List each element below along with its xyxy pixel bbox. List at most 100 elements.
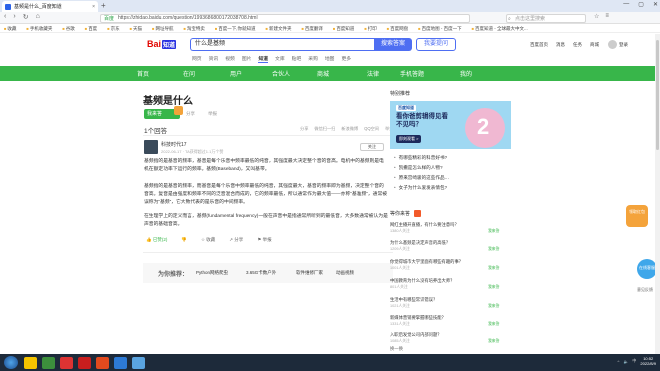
menu-icon[interactable]: ≡	[605, 13, 609, 20]
browser-tab[interactable]: 基频是什么_百度知道 ×	[2, 1, 98, 12]
main-nav-home[interactable]: 首页	[137, 69, 149, 78]
main-nav-mine[interactable]: 我的	[460, 69, 472, 78]
maximize-button[interactable]: ▢	[638, 1, 644, 8]
main-nav-mobile-answer[interactable]: 手机答题	[400, 69, 424, 78]
hot-question-answer[interactable]: 我来答	[488, 322, 499, 327]
close-window-button[interactable]: ✕	[653, 1, 658, 8]
bookmark-item[interactable]: 百度	[85, 26, 97, 32]
login-link[interactable]: 登录	[619, 42, 628, 48]
bookmark-item[interactable]: 手机收藏夹	[26, 26, 53, 32]
bookmark-item[interactable]: 百度知道 - 全球最大中文...	[472, 26, 528, 32]
app-icon[interactable]	[132, 357, 145, 369]
nav-link-map[interactable]: 地图	[325, 55, 335, 63]
wps-writer-icon[interactable]	[60, 357, 73, 369]
wps-office-icon[interactable]	[96, 357, 109, 369]
tray-expand-icon[interactable]: ^	[618, 359, 620, 364]
nav-link-web[interactable]: 网页	[192, 55, 202, 63]
nav-link-tieba[interactable]: 贴吧	[292, 55, 302, 63]
ask-question-button[interactable]: 我要提问	[416, 38, 456, 51]
top-link-messages[interactable]: 消息	[556, 42, 565, 48]
url-text[interactable]: https://zhidao.baidu.com/question/199368…	[118, 15, 258, 21]
question-search-input[interactable]: 什么是基频	[190, 38, 374, 51]
baidu-logo[interactable]: Bai 知道	[147, 39, 177, 49]
app-icon[interactable]	[114, 357, 127, 369]
reload-button[interactable]: ↻	[23, 13, 29, 21]
nav-link-news[interactable]: 资讯	[209, 55, 219, 63]
login-area[interactable]: 登录	[608, 40, 628, 49]
volume-icon[interactable]: 🔈	[623, 359, 628, 364]
question-share-link[interactable]: 分享	[186, 111, 195, 117]
feedback-link[interactable]: 意见反馈	[636, 287, 654, 292]
bookmark-item[interactable]: 收藏	[4, 26, 16, 32]
bookmark-item[interactable]: 百度知道	[333, 26, 354, 32]
refresh-link[interactable]: 换一换	[390, 346, 512, 352]
hot-question[interactable]: 生活中有哪些常识错误？	[390, 297, 512, 303]
nav-link-images[interactable]: 图片	[242, 55, 252, 63]
weibo-action[interactable]: 新浪微博	[341, 126, 358, 132]
start-button[interactable]	[4, 356, 18, 369]
banner-cta[interactable]: 即刻观看 >	[396, 135, 422, 143]
main-nav-asking[interactable]: 在问	[183, 69, 195, 78]
like-button[interactable]: 👍 已赞(2)	[146, 237, 167, 243]
bookmark-item[interactable]: 天猫	[130, 26, 142, 32]
back-button[interactable]: ‹	[4, 13, 6, 21]
hot-question[interactable]: 为什么基频是决定声音的高低？	[390, 240, 512, 246]
favorite-icon[interactable]: ☆	[594, 13, 599, 20]
search-answer-button[interactable]: 搜索答案	[374, 38, 412, 51]
sidebar-item[interactable]: 凯撒是怎么样的人物?	[394, 165, 443, 171]
main-nav-users[interactable]: 用户	[230, 69, 242, 78]
main-nav-partner[interactable]: 合伙人	[272, 69, 290, 78]
bookmark-item[interactable]: 谷歌	[62, 26, 75, 32]
wechat-action[interactable]: 微信扫一扫	[314, 126, 335, 132]
bookmark-item[interactable]: 新建文件夹	[266, 26, 292, 32]
sidebar-item[interactable]: 有哪些精彩的科普好书?	[394, 155, 448, 161]
sidebar-item[interactable]: 原来宫崎骏的这些作品…	[394, 175, 450, 181]
report-button[interactable]: ⚑ 举报	[257, 237, 271, 243]
bookmark-item[interactable]: 百度一下,你就知道	[215, 26, 255, 32]
bookmark-item[interactable]: 百度地图 - 百度一下	[418, 26, 462, 32]
hot-question-answer[interactable]: 我来答	[488, 285, 499, 290]
share-button[interactable]: ↗ 分享	[229, 237, 243, 243]
bookmark-item[interactable]: 网址导航	[152, 26, 173, 32]
hot-question[interactable]: 网红主播开直播，有什么要注意吗？	[390, 222, 512, 228]
browser-app-icon[interactable]	[42, 357, 55, 369]
qzone-action[interactable]: QQ空间	[364, 126, 379, 132]
nav-link-wenku[interactable]: 文库	[275, 55, 285, 63]
hot-question[interactable]: 你觉得城市大学里面有哪些有趣的事？	[390, 259, 512, 265]
recommend-item[interactable]: 软件维修厂家	[296, 270, 323, 276]
ime-icon[interactable]: 中	[632, 358, 636, 364]
hot-question[interactable]: 新媒体营销要掌握哪些技能？	[390, 315, 512, 321]
question-report-link[interactable]: 举报	[208, 111, 217, 117]
recommend-item[interactable]: 3.65G卡数户外	[246, 270, 276, 276]
main-nav-law[interactable]: 法律	[367, 69, 379, 78]
nav-link-video[interactable]: 视频	[225, 55, 235, 63]
dislike-button[interactable]: 👎	[181, 237, 187, 243]
bookmark-item[interactable]: 淘宝特卖	[183, 26, 205, 32]
promo-banner[interactable]: 百度知道 看你爸剪辑得见看不见吗？ 即刻观看 >	[390, 101, 511, 149]
nav-link-zhidao[interactable]: 知道	[258, 55, 269, 63]
answerer-avatar[interactable]	[144, 140, 158, 154]
home-button[interactable]: ⌂	[36, 13, 40, 21]
clock[interactable]: 10:52 2022/8/9	[640, 356, 656, 366]
tab-close-icon[interactable]: ×	[92, 4, 95, 10]
bookmark-item[interactable]: 京东	[107, 26, 120, 32]
bookmark-item[interactable]: 百度网盘	[387, 26, 408, 32]
main-nav-mall[interactable]: 商城	[317, 69, 329, 78]
hot-question-answer[interactable]: 我来答	[488, 247, 499, 252]
customer-service-widget[interactable]: 在线客服	[637, 259, 657, 279]
hot-question-answer[interactable]: 我来答	[488, 304, 499, 309]
hot-question-answer[interactable]: 我来答	[488, 266, 499, 271]
share-action[interactable]: 分享	[300, 126, 308, 132]
url-bar[interactable]: 百度 https://zhidao.baidu.com/question/199…	[100, 13, 470, 23]
scrollbar-thumb[interactable]	[656, 40, 659, 150]
recommend-item[interactable]: 动画视频	[336, 270, 354, 276]
recommend-item[interactable]: Python网络爬虫	[196, 270, 228, 276]
collect-button[interactable]: ☆ 收藏	[201, 237, 215, 243]
hot-question[interactable]: 中国教育为什么没有培养出大师？	[390, 278, 512, 284]
explorer-icon[interactable]	[24, 357, 37, 369]
hot-question-answer[interactable]: 我来答	[488, 229, 499, 234]
top-link-mall[interactable]: 商城	[590, 42, 599, 48]
sidebar-item[interactable]: 女子为什么爱发表情包?	[394, 185, 448, 191]
bookmark-item[interactable]: 百度翻译	[301, 26, 323, 32]
top-link-tasks[interactable]: 任务	[573, 42, 582, 48]
